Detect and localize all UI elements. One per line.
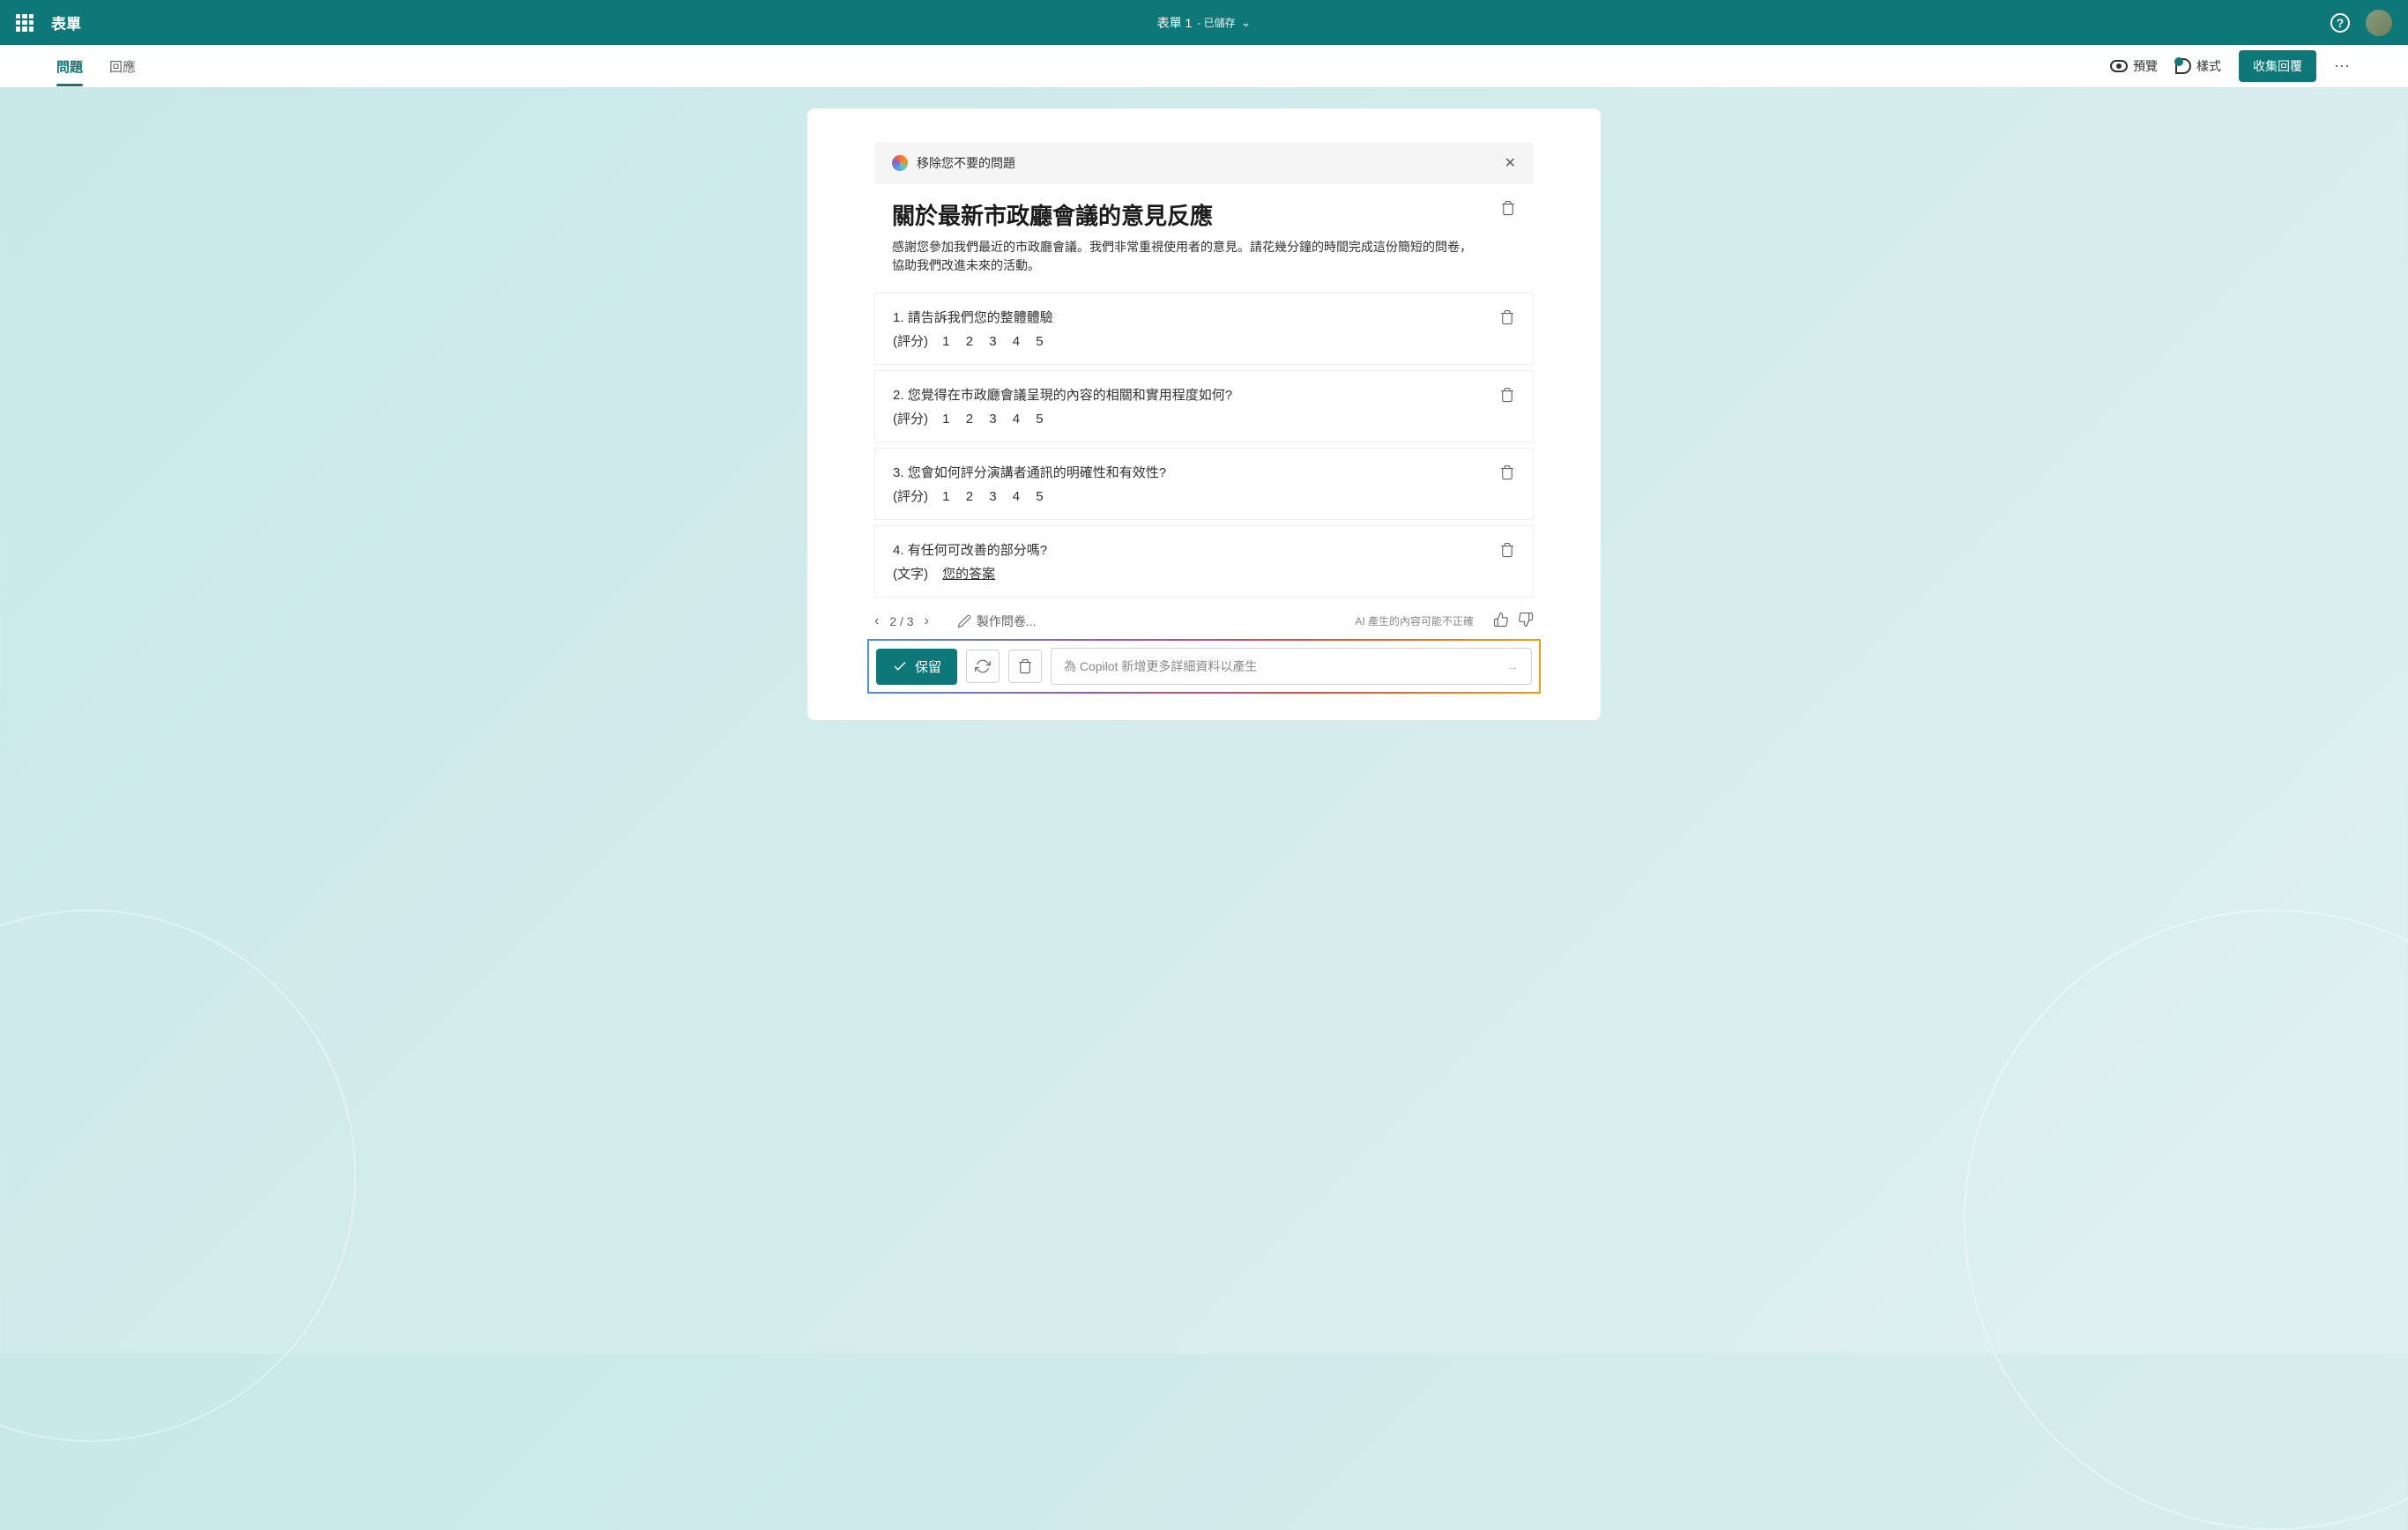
prev-page-icon[interactable]: ‹ <box>874 613 879 629</box>
more-icon[interactable]: ⋯ <box>2334 57 2352 76</box>
thumbs-down-icon[interactable] <box>1518 612 1534 630</box>
form-description: 感謝您參加我們最近的市政廳會議。我們非常重視使用者的意見。請花幾分鐘的時間完成這… <box>892 238 1516 275</box>
trash-icon <box>1017 658 1033 674</box>
app-name: 表單 <box>51 11 81 33</box>
check-icon <box>892 658 908 674</box>
pagination-row: ‹ 2 / 3 › 製作問卷... AI 產生的內容可能不正確 <box>874 612 1534 630</box>
discard-button[interactable] <box>1008 650 1042 683</box>
copilot-icon <box>892 155 908 171</box>
question-meta: (評分) 1 2 3 4 5 <box>893 486 1515 505</box>
draft-button[interactable]: 製作問卷... <box>957 613 1037 630</box>
question-text: 2. 您覺得在市政廳會議呈現的內容的相關和實用程度如何? <box>893 385 1515 404</box>
style-button[interactable]: 樣式 <box>2175 57 2221 75</box>
tab-questions[interactable]: 問題 <box>56 47 83 86</box>
form-title-card[interactable]: 關於最新市政廳會議的意見反應 感謝您參加我們最近的市政廳會議。我們非常重視使用者… <box>874 184 1534 293</box>
suggestion-header-text: 移除您不要的問題 <box>917 154 1015 172</box>
keep-button[interactable]: 保留 <box>876 649 957 685</box>
delete-icon[interactable] <box>1499 542 1515 562</box>
toolbar: 問題 回應 預覽 樣式 收集回覆 ⋯ <box>0 45 2408 87</box>
delete-icon[interactable] <box>1499 309 1515 330</box>
question-card[interactable]: 1. 請告訴我們您的整體體驗 (評分) 1 2 3 4 5 <box>874 293 1534 365</box>
question-text: 3. 您會如何評分演講者通訊的明確性和有效性? <box>893 463 1515 481</box>
saved-status: - 已儲存 <box>1197 15 1235 30</box>
question-meta: (評分) 1 2 3 4 5 <box>893 409 1515 427</box>
page-indicator: 2 / 3 <box>889 614 913 628</box>
app-header: 表單 表單 1 - 已儲存 ⌄ ? <box>0 0 2408 45</box>
copilot-input[interactable]: 為 Copilot 新增更多詳細資料以產生 → <box>1051 648 1532 685</box>
delete-icon[interactable] <box>1500 200 1516 220</box>
app-launcher-icon[interactable] <box>16 14 33 32</box>
form-title: 關於最新市政廳會議的意見反應 <box>892 198 1516 231</box>
tab-responses[interactable]: 回應 <box>109 47 136 86</box>
form-container: 移除您不要的問題 ✕ 關於最新市政廳會議的意見反應 感謝您參加我們最近的市政廳會… <box>807 108 1601 720</box>
ai-disclaimer: AI 產生的內容可能不正確 <box>1355 613 1474 628</box>
delete-icon[interactable] <box>1499 464 1515 485</box>
question-meta: (評分) 1 2 3 4 5 <box>893 331 1515 350</box>
chevron-down-icon: ⌄ <box>1241 15 1252 30</box>
next-page-icon[interactable]: › <box>925 613 929 629</box>
close-icon[interactable]: ✕ <box>1505 154 1516 172</box>
regenerate-button[interactable] <box>966 650 1000 683</box>
palette-icon <box>2175 58 2191 74</box>
suggestion-header: 移除您不要的問題 ✕ <box>874 142 1534 184</box>
send-icon[interactable]: → <box>1506 659 1519 673</box>
question-card[interactable]: 2. 您覺得在市政廳會議呈現的內容的相關和實用程度如何? (評分) 1 2 3 … <box>874 370 1534 442</box>
question-meta: (文字) 您的答案 <box>893 564 1515 583</box>
copilot-placeholder: 為 Copilot 新增更多詳細資料以產生 <box>1064 657 1257 675</box>
pencil-icon <box>957 614 971 628</box>
question-text: 4. 有任何可改善的部分嗎? <box>893 540 1515 559</box>
question-card[interactable]: 4. 有任何可改善的部分嗎? (文字) 您的答案 <box>874 525 1534 598</box>
help-icon[interactable]: ? <box>2330 13 2350 33</box>
form-title-dropdown[interactable]: 表單 1 - 已儲存 ⌄ <box>1157 14 1252 32</box>
question-card[interactable]: 3. 您會如何評分演講者通訊的明確性和有效性? (評分) 1 2 3 4 5 <box>874 448 1534 520</box>
avatar[interactable] <box>2366 10 2392 36</box>
collect-responses-button[interactable]: 收集回覆 <box>2239 50 2316 82</box>
preview-button[interactable]: 預覽 <box>2110 57 2158 75</box>
eye-icon <box>2110 60 2128 72</box>
thumbs-up-icon[interactable] <box>1493 612 1509 630</box>
refresh-icon <box>975 658 991 674</box>
delete-icon[interactable] <box>1499 387 1515 407</box>
action-bar: 保留 為 Copilot 新增更多詳細資料以產生 → <box>867 639 1541 694</box>
question-text: 1. 請告訴我們您的整體體驗 <box>893 308 1515 326</box>
form-name: 表單 1 <box>1157 14 1193 32</box>
